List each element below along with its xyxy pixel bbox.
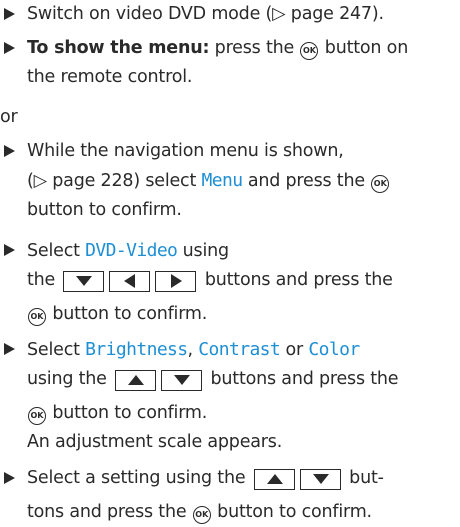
step-text-part: (	[27, 171, 34, 191]
manual-page: Switch on video DVD mode (▷ page 247). T…	[0, 0, 460, 524]
dvd-video-option-label: DVD-Video	[85, 240, 178, 261]
ok-button-icon: OK	[28, 407, 46, 425]
ok-button-icon: OK	[192, 506, 211, 524]
arrow-right-button-icon	[155, 271, 197, 292]
triangle-bullet-icon	[4, 42, 15, 54]
triangle-bullet-icon	[4, 244, 15, 256]
step-text-part: button to confirm.	[47, 403, 208, 423]
step-text-part: Select	[27, 241, 86, 261]
navigation-buttons-group	[253, 469, 341, 498]
page-reference: 228	[100, 171, 134, 191]
step-select-picture-setting: Select Brightness, Contrast or Color usi…	[0, 335, 458, 457]
step-text-line: the remote control.	[27, 67, 193, 87]
triangle-bullet-icon	[4, 8, 15, 20]
step-text-part: tons and press the	[27, 502, 192, 522]
step-text-part: ).	[371, 4, 384, 24]
navigation-buttons-group	[63, 271, 197, 300]
step-text-part: but-	[343, 468, 384, 488]
step-text-part: the	[27, 270, 61, 290]
step-text-part: or	[280, 340, 309, 360]
navigation-buttons-group	[115, 370, 203, 399]
ok-button-icon: OK	[28, 308, 46, 326]
triangle-bullet-icon	[4, 343, 15, 355]
arrow-down-button-icon	[299, 469, 341, 490]
contrast-option-label: Contrast	[198, 339, 281, 360]
step-text: To show the menu: press the OK button on…	[27, 34, 458, 92]
triangle-bullet-icon	[4, 145, 15, 157]
page-ref-arrow-icon: ▷	[33, 171, 47, 191]
page-ref-arrow-icon: ▷	[272, 4, 286, 24]
step-text-part: button to confirm.	[47, 304, 208, 324]
step-navigation-menu: While the navigation menu is shown, (▷ p…	[0, 137, 458, 225]
brightness-option-label: Brightness	[85, 339, 188, 360]
ok-button-icon: OK	[300, 42, 319, 60]
step-text-part: page	[46, 171, 101, 191]
step-text-part: buttons and press the	[199, 270, 393, 290]
color-option-label: Color	[308, 339, 360, 360]
step-text-part: button on	[319, 38, 409, 58]
step-result-text: An adjustment scale appears.	[27, 432, 283, 452]
arrow-up-button-icon	[253, 469, 295, 490]
or-separator: or	[0, 107, 18, 127]
step-text-part: buttons and press the	[205, 369, 399, 389]
arrow-up-button-icon	[115, 370, 157, 391]
step-text-line: button to confirm.	[27, 200, 182, 220]
step-text-part: Switch on video DVD mode (	[27, 4, 273, 24]
step-select-dvd-video: Select DVD-Video using the buttons and p…	[0, 236, 458, 329]
step-switch-on-dvd: Switch on video DVD mode (▷ page 247).	[0, 0, 458, 29]
step-text-part: Select	[27, 340, 86, 360]
step-text-part: ,	[187, 340, 199, 360]
step-text-part: ) select	[133, 171, 202, 191]
step-text: While the navigation menu is shown, (▷ p…	[27, 137, 458, 225]
step-text-part: page	[285, 4, 340, 24]
arrow-down-button-icon	[63, 271, 105, 292]
step-text-part: Select a setting using the	[27, 468, 251, 488]
step-heading: To show the menu:	[27, 38, 210, 58]
step-text-line: While the navigation menu is shown,	[27, 141, 344, 161]
arrow-down-button-icon	[161, 370, 203, 391]
step-text-part: and press the	[242, 171, 371, 191]
step-text-part: press the	[209, 38, 300, 58]
step-show-menu: To show the menu: press the OK button on…	[0, 34, 458, 92]
step-text: Switch on video DVD mode (▷ page 247).	[27, 0, 458, 29]
ok-button-icon: OK	[371, 175, 390, 193]
step-text: Select Brightness, Contrast or Color usi…	[27, 335, 458, 457]
step-text-part: using the	[27, 369, 113, 389]
step-select-setting: Select a setting using the but- tons and…	[0, 464, 458, 527]
step-text: Select a setting using the but- tons and…	[27, 464, 458, 527]
triangle-bullet-icon	[4, 472, 15, 484]
step-text-part: button to confirm.	[211, 502, 372, 522]
arrow-left-button-icon	[109, 271, 151, 292]
step-text: Select DVD-Video using the buttons and p…	[27, 236, 458, 329]
step-text-part: using	[177, 241, 229, 261]
page-reference: 247	[339, 4, 372, 24]
menu-option-label: Menu	[201, 170, 244, 191]
